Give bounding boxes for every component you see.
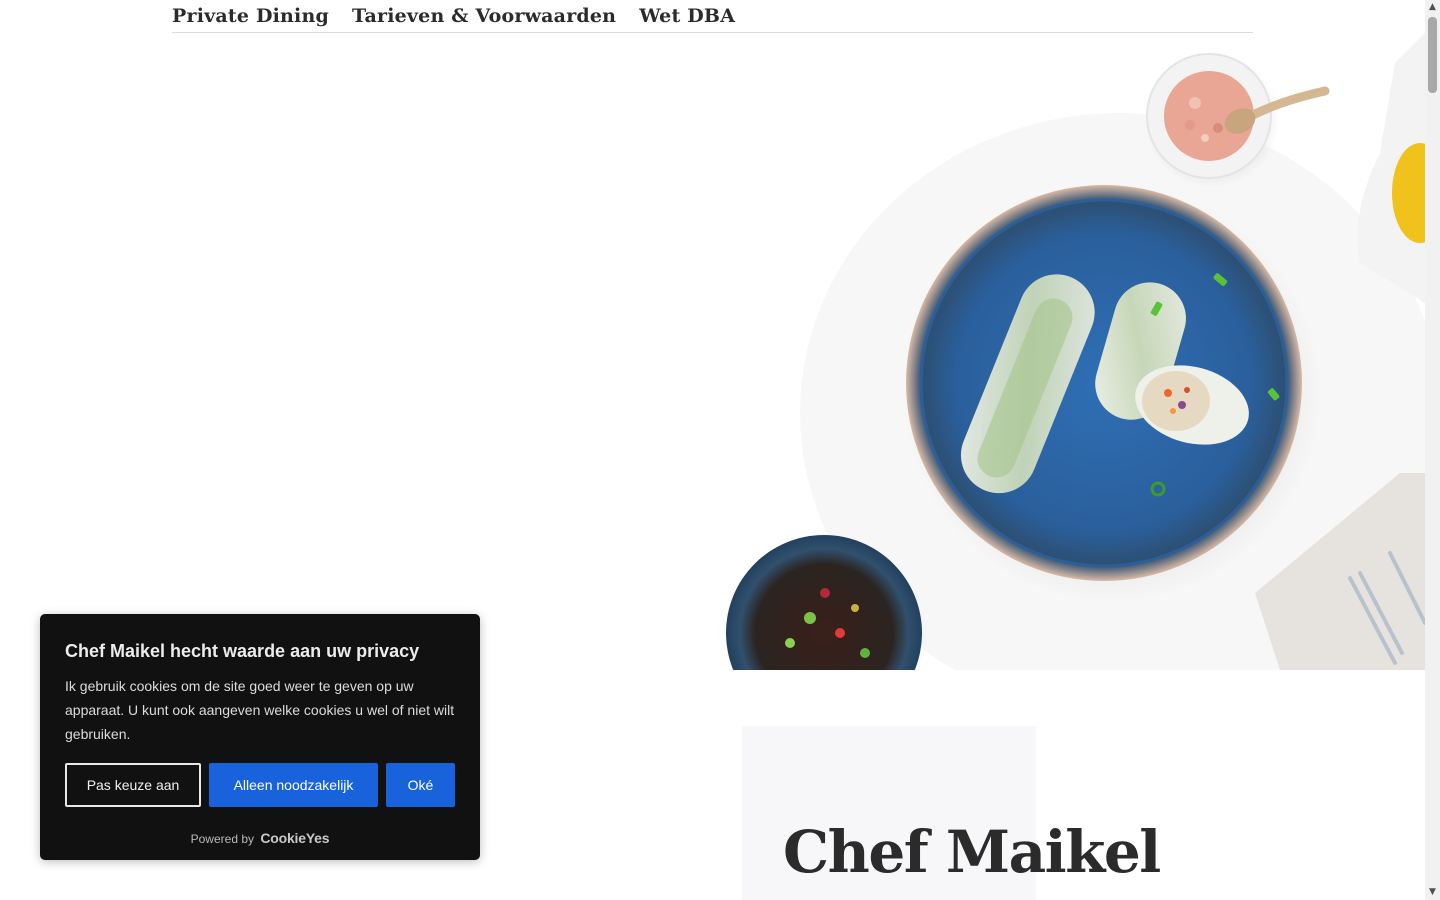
scroll-up-arrow-icon[interactable]: ▲	[1425, 0, 1440, 15]
customize-cookies-button[interactable]: Pas keuze aan	[65, 763, 201, 807]
accept-cookies-button[interactable]: Oké	[386, 763, 455, 807]
cookie-button-row: Pas keuze aan Alleen noodzakelijk Oké	[65, 763, 455, 807]
scrollbar-thumb[interactable]	[1428, 17, 1437, 93]
powered-by: Powered by CookieYes	[40, 830, 480, 846]
nav-tarieven-voorwaarden[interactable]: Tarieven & Voorwaarden	[352, 0, 616, 32]
cookie-banner-title: Chef Maikel hecht waarde aan uw privacy	[65, 641, 420, 661]
necessary-only-button[interactable]: Alleen noodzakelijk	[209, 763, 378, 807]
scroll-down-arrow-icon[interactable]: ▼	[1425, 885, 1440, 900]
food-photo-icon	[724, 33, 1425, 670]
cookie-banner-text: Ik gebruik cookies om de site goed weer …	[65, 678, 455, 742]
hero-food-image	[660, 33, 1425, 670]
chef-title: Chef Maikel	[783, 818, 1161, 886]
cookie-consent-banner: Chef Maikel hecht waarde aan uw privacy …	[40, 614, 480, 860]
page-scrollbar[interactable]: ▲ ▼	[1425, 0, 1440, 900]
cookieyes-logo[interactable]: CookieYes	[260, 830, 329, 846]
powered-by-label: Powered by	[190, 832, 254, 846]
nav-private-dining[interactable]: Private Dining	[172, 0, 329, 32]
top-navigation: Private Dining Tarieven & Voorwaarden We…	[172, 0, 1253, 33]
nav-wet-dba[interactable]: Wet DBA	[639, 0, 735, 32]
